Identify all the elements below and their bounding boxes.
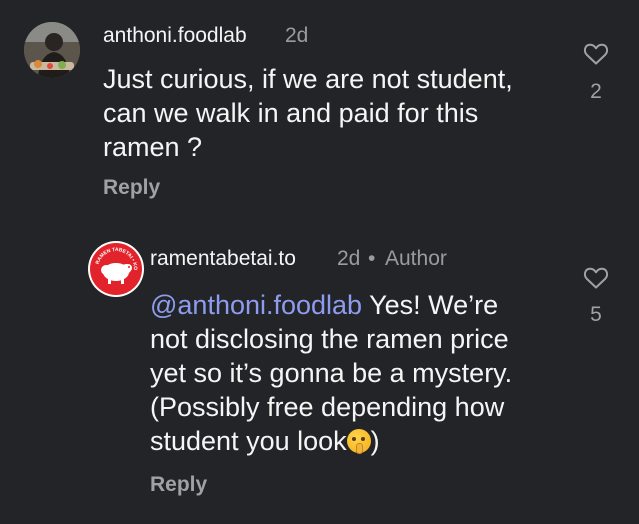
like-button[interactable] [579,266,613,295]
avatar[interactable]: RAMEN TABETAI • KOMMA [88,241,144,297]
avatar[interactable] [24,22,80,78]
sheep-logo-icon: RAMEN TABETAI • KOMMA [88,241,142,295]
comment-text: Just curious, if we are not student, can… [103,64,513,162]
comment-time: 2d [285,24,309,47]
comment-time: 2d [337,247,361,270]
username[interactable]: anthoni.foodlab [103,24,247,48]
reply-button[interactable]: Reply [103,176,160,200]
like-count: 5 [590,303,602,326]
like-button[interactable] [579,42,613,71]
shushing-face-icon [346,429,371,454]
comment-text-end: ) [370,426,380,456]
heart-icon [583,267,609,289]
reply-button[interactable]: Reply [150,473,207,497]
like-count: 2 [590,80,602,103]
meta-separator: • [368,247,376,270]
author-badge: Author [385,247,447,270]
username[interactable]: ramentabetai.to [150,247,296,271]
comment-text: @anthoni.foodlab Yes! We’re not disclosi… [150,288,512,458]
mention-link[interactable]: @anthoni.foodlab [150,290,362,320]
heart-icon [583,43,609,65]
user-photo-icon [24,22,80,78]
